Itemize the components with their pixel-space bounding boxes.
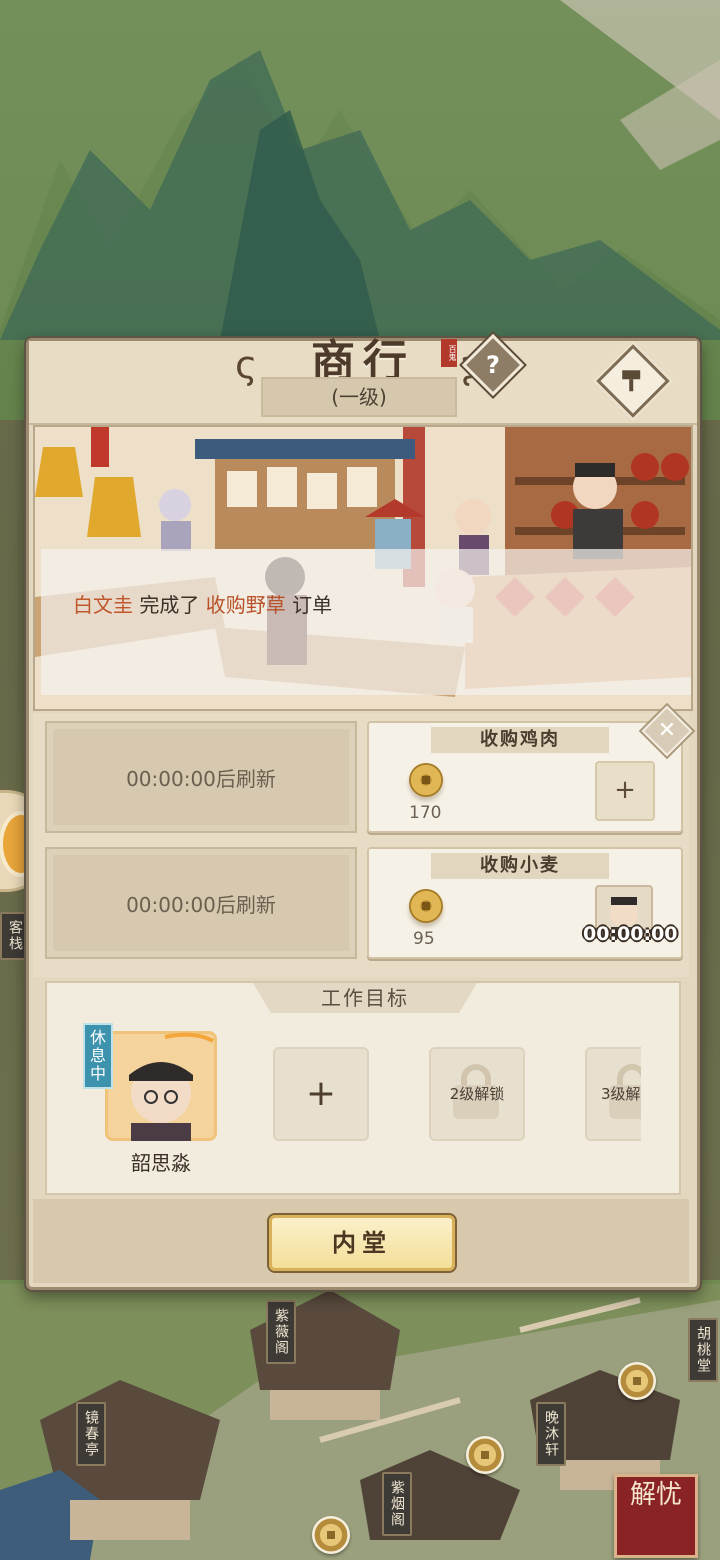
refresh-countdown: 00:00:00后刷新 (126, 767, 276, 791)
close-icon: ✕ (657, 718, 677, 743)
locked-slot: 3级解 (585, 1047, 641, 1141)
seal-stamp: 百鬼 (441, 339, 457, 367)
coin-icon (409, 889, 443, 923)
notice-order-name: 收购野草 (205, 593, 286, 617)
building-tag-jingchunting[interactable]: 镜春亭 (76, 1402, 106, 1466)
notice-actor: 白文圭 (73, 593, 133, 617)
order-reward: 95 (413, 929, 435, 949)
order-title: 收购小麦 (431, 853, 609, 879)
order-reward: 170 (409, 803, 442, 823)
locked-slot: 2级解锁 (429, 1047, 525, 1141)
worker-name: 韶思淼 (131, 1151, 191, 1175)
building-tag-ziweige[interactable]: 紫薇阁 (266, 1300, 296, 1364)
coin-icon (409, 763, 443, 797)
order-title: 收购鸡肉 (431, 727, 609, 753)
notice-suffix: 订单 (292, 593, 333, 617)
locked-slot-clip: 3级解 (585, 1047, 641, 1141)
map-coin-icon[interactable] (618, 1362, 656, 1400)
unlock-condition: 3级解 (601, 1085, 641, 1103)
worker-portrait[interactable] (105, 1031, 217, 1141)
notice-text: 白文圭 完成了 收购野草 订单 (73, 589, 332, 618)
plus-icon: + (614, 775, 636, 805)
rest-status-badge: 休息中 (83, 1023, 113, 1089)
orders-section: 00:00:00后刷新 收购鸡肉 170 + 00:00:00后刷新 收购小麦 … (33, 705, 693, 977)
refresh-countdown: 00:00:00后刷新 (126, 893, 276, 917)
inner-hall-button[interactable]: 内堂 (269, 1215, 455, 1271)
panel-header: ς ς 商行 百鬼 ? (一级) (29, 333, 697, 425)
jieyou-button[interactable]: 解忧 (614, 1474, 698, 1558)
building-tag-wanmuxuan[interactable]: 晚沐轩 (536, 1402, 566, 1466)
add-worker-slot[interactable]: + (273, 1047, 369, 1141)
plus-icon: + (305, 1073, 337, 1114)
panel-footer: 内堂 (33, 1199, 689, 1283)
shop-illustration: 白文圭 完成了 收购野草 订单 (33, 425, 693, 711)
assign-worker-button[interactable]: + (595, 761, 655, 821)
map-coin-icon[interactable] (466, 1436, 504, 1474)
order-timer: 00:00:00 (583, 923, 678, 945)
map-coin-icon[interactable] (312, 1516, 350, 1554)
unlock-condition: 2级解锁 (449, 1085, 505, 1103)
building-tag-ziyange[interactable]: 紫烟阁 (382, 1472, 412, 1536)
hammer-icon (608, 357, 654, 408)
help-icon: ? (486, 351, 500, 379)
empty-order-slot: 00:00:00后刷新 (45, 721, 357, 833)
order-card[interactable]: 收购小麦 95 00:00:00 (367, 847, 683, 959)
order-complete-notice: 白文圭 完成了 收购野草 订单 (41, 549, 691, 695)
order-card[interactable]: 收购鸡肉 170 + (367, 721, 683, 833)
shop-panel: ς ς 商行 百鬼 ? (一级) (26, 333, 700, 1290)
empty-order-slot: 00:00:00后刷新 (45, 847, 357, 959)
work-target-title: 工作目标 (253, 983, 477, 1013)
work-target-section: 工作目标 休息中 韶思淼 + 2级解锁 3级解 (45, 981, 681, 1195)
notice-verb: 完成了 (139, 593, 200, 617)
shop-level: (一级) (261, 377, 457, 417)
building-tag-hutaotang[interactable]: 胡桃堂 (688, 1318, 718, 1382)
